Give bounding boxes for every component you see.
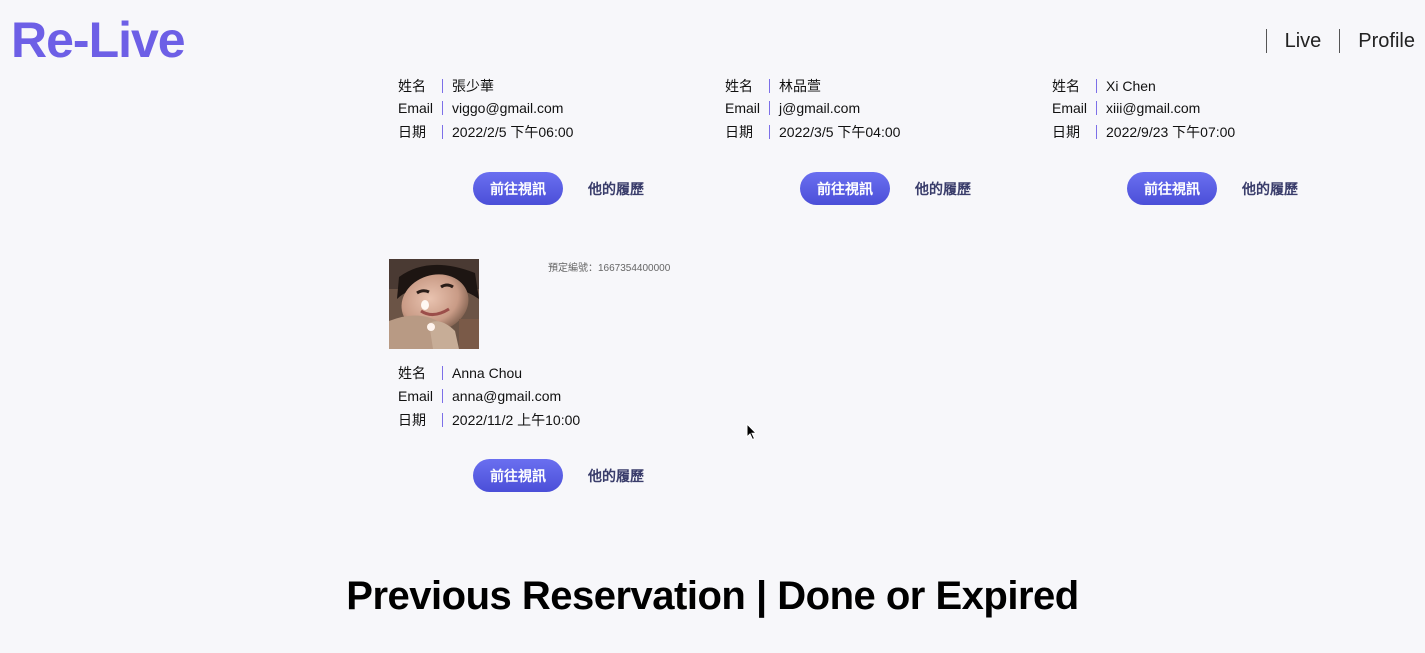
resume-link[interactable]: 他的履歷 [915,172,971,205]
date-row: 日期 2022/11/2 上午10:00 [398,411,580,429]
name-value: 張少華 [452,78,494,94]
previous-reservation-heading: Previous Reservation | Done or Expired [346,574,1079,618]
main-nav: Live Profile [1265,28,1415,54]
divider [442,366,443,380]
name-row: 姓名 張少華 [398,77,494,95]
name-value: 林品萱 [779,78,821,94]
email-value: viggo@gmail.com [452,100,564,116]
name-label: 姓名 [398,365,426,381]
logo[interactable]: Re-Live [11,10,186,70]
email-value: anna@gmail.com [452,388,562,404]
email-value: xiii@gmail.com [1106,100,1201,116]
name-row: 姓名 林品萱 [725,77,821,95]
date-label: 日期 [1052,124,1080,140]
email-row: Email viggo@gmail.com [398,99,563,117]
email-label: Email [725,100,761,116]
divider [442,125,443,139]
divider [1096,79,1097,93]
date-label: 日期 [398,124,426,140]
date-row: 日期 2022/9/23 下午07:00 [1052,123,1235,141]
date-label: 日期 [398,412,426,428]
resume-link[interactable]: 他的履歷 [588,459,644,492]
resume-link[interactable]: 他的履歷 [588,172,644,205]
reservation-card: 預定編號：1667354400000 姓名 Anna Chou Email an… [389,259,689,499]
avatar-photo [389,259,479,349]
divider [442,389,443,403]
email-label: Email [398,388,434,404]
divider [1096,101,1097,115]
date-value: 2022/9/23 下午07:00 [1106,124,1236,140]
name-row: 姓名 Anna Chou [398,364,522,382]
email-label: Email [398,100,434,116]
divider [442,79,443,93]
mouse-cursor-icon [746,423,758,441]
name-value: Anna Chou [452,365,523,381]
email-row: Email j@gmail.com [725,99,860,117]
date-label: 日期 [725,124,753,140]
date-row: 日期 2022/2/5 下午06:00 [398,123,573,141]
divider [769,101,770,115]
name-label: 姓名 [725,78,753,94]
date-value: 2022/3/5 下午04:00 [779,124,901,140]
name-label: 姓名 [398,78,426,94]
email-row: Email xiii@gmail.com [1052,99,1200,117]
top-navbar: Re-Live Live Profile [0,0,1425,78]
go-to-video-button[interactable]: 前往視訊 [800,172,890,205]
divider [1096,125,1097,139]
nav-live-link[interactable]: Live [1267,30,1340,53]
date-value: 2022/11/2 上午10:00 [452,412,581,428]
email-label: Email [1052,100,1088,116]
date-value: 2022/2/5 下午06:00 [452,124,574,140]
email-value: j@gmail.com [779,100,861,116]
email-row: Email anna@gmail.com [398,387,561,405]
resume-link[interactable]: 他的履歷 [1242,172,1298,205]
divider [442,413,443,427]
go-to-video-button[interactable]: 前往視訊 [473,172,563,205]
date-row: 日期 2022/3/5 下午04:00 [725,123,900,141]
divider [769,125,770,139]
divider [442,101,443,115]
name-row: 姓名 Xi Chen [1052,77,1156,95]
nav-profile-link[interactable]: Profile [1340,30,1415,53]
avatar [389,259,479,349]
name-label: 姓名 [1052,78,1080,94]
go-to-video-button[interactable]: 前往視訊 [473,459,563,492]
divider [769,79,770,93]
name-value: Xi Chen [1106,78,1156,94]
booking-id: 預定編號：1667354400000 [548,263,671,274]
go-to-video-button[interactable]: 前往視訊 [1127,172,1217,205]
